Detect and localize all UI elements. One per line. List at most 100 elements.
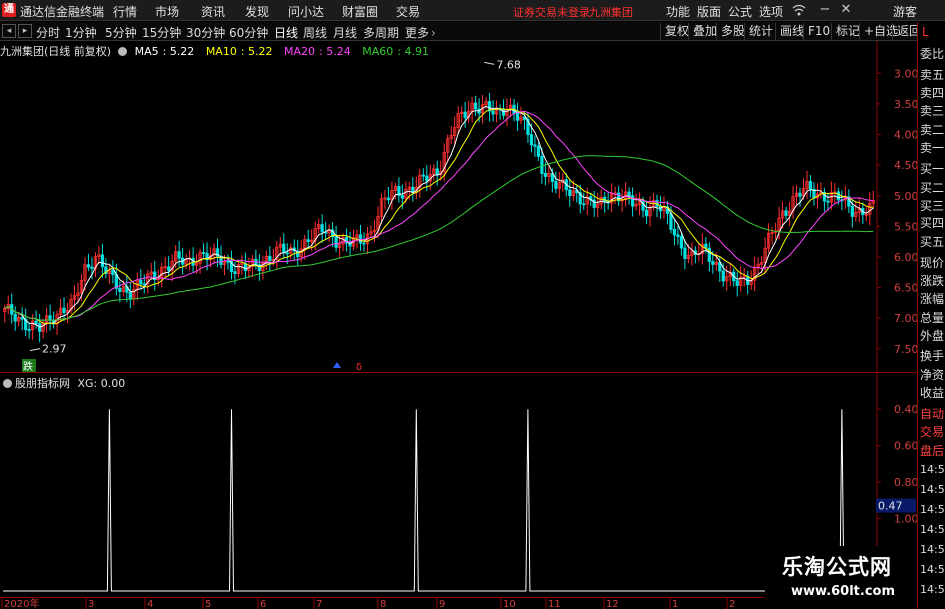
menu-market[interactable]: 市场 (155, 3, 179, 20)
app-title: 通达信金融终端 (20, 5, 105, 19)
candle-body (90, 266, 94, 270)
candle-body (850, 205, 854, 217)
tab-more[interactable]: 更多 › (405, 24, 436, 41)
watermark: 乐淘公式网 www.60lt.com (765, 546, 917, 609)
panel-label-13: 涨幅 (920, 292, 945, 306)
f10-button[interactable]: F10 (803, 23, 834, 40)
time-tick-label: 1 (672, 599, 678, 609)
panel-time-2: 14:56 (920, 503, 945, 516)
panel-label-0: 委比 (920, 47, 945, 61)
tab-30min[interactable]: 30分钟 (186, 24, 225, 41)
price-tick-label: 5.50 (894, 220, 917, 233)
statistics-button[interactable]: 统计 (744, 23, 777, 40)
tab-weekly[interactable]: 周线 (303, 24, 327, 41)
panel-label-7: 买二 (920, 181, 945, 195)
panel-label-1: 卖五 (920, 68, 945, 82)
time-tick-label: 2020年 (4, 597, 39, 609)
tab-intraday[interactable]: 分时 (36, 24, 60, 41)
trade-login-status[interactable]: 证券交易未登录 (513, 4, 590, 20)
ma20-line (4, 110, 874, 321)
indicator-value: XG: 0.00 (77, 377, 126, 390)
candle-body (658, 205, 663, 212)
ma20-value: 5.24 (326, 45, 351, 58)
tab-multi-period[interactable]: 多周期 (363, 24, 399, 41)
tab-60min[interactable]: 60分钟 (229, 24, 268, 41)
price-tick-label: 6.00 (894, 251, 917, 264)
watermark-url: www.60lt.com (791, 584, 896, 599)
low-pointer (29, 348, 41, 352)
candle-body (142, 283, 146, 286)
period-toolbar: ◂ ▸ 分时 1分钟 5分钟 15分钟 30分钟 60分钟 日线 周线 月线 多… (0, 22, 945, 41)
kline-chart[interactable]: 7.50 7.00 6.50 6.00 5.50 5.00 4.50 4.00 3.50 3.00… (0, 41, 917, 373)
ma10-name: MA10 (205, 45, 237, 58)
candle-body (282, 243, 286, 254)
menu-news[interactable]: 资讯 (201, 3, 225, 20)
menu-discover[interactable]: 发现 (245, 3, 269, 20)
minimize-icon[interactable]: − (817, 2, 833, 18)
tab-1min[interactable]: 1分钟 (65, 24, 97, 41)
menu-formula[interactable]: 公式 (728, 3, 752, 20)
candle-body (118, 287, 122, 292)
panel-letter: L (922, 25, 929, 39)
high-pointer (484, 61, 495, 65)
tab-5min[interactable]: 5分钟 (105, 24, 137, 41)
candle-body (128, 291, 132, 300)
candle-body (139, 279, 143, 285)
ma20-label: MA20: 5.24 (284, 45, 351, 58)
menu-quotes[interactable]: 行情 (113, 3, 137, 20)
ma10-value: 5.22 (248, 45, 273, 58)
candle-body (676, 234, 680, 237)
candle-body (672, 229, 677, 236)
close-icon[interactable]: ✕ (838, 2, 854, 18)
tab-monthly[interactable]: 月线 (333, 24, 357, 41)
candle-body (540, 156, 544, 174)
event-marker-icon[interactable] (333, 362, 341, 368)
candle-body (334, 236, 338, 248)
candle-body (463, 111, 467, 119)
time-tick-label: 8 (380, 599, 386, 609)
candle-body (735, 280, 739, 286)
panel-label-9: 买四 (920, 216, 945, 230)
price-tick-label: 7.50 (894, 343, 917, 356)
candle-body (669, 213, 673, 230)
candle-body (86, 264, 91, 268)
price-tick-label: 7.00 (894, 312, 917, 325)
panel-label-12: 涨跌 (920, 274, 945, 288)
candle-body (167, 266, 171, 271)
menu-functions[interactable]: 功能 (666, 3, 690, 20)
prev-icon[interactable]: ◂ (2, 24, 16, 38)
candle-body (400, 195, 404, 199)
high-price-label: 7.68 (496, 58, 521, 71)
candle-body (13, 313, 17, 322)
candle-body (644, 209, 649, 217)
menu-trade[interactable]: 交易 (396, 3, 420, 20)
candle-body (721, 270, 725, 282)
tab-daily[interactable]: 日线 (274, 24, 298, 41)
menu-wealth[interactable]: 财富圈 (342, 3, 378, 20)
guest-account-button[interactable]: 游客 (893, 3, 917, 20)
time-tick-label: 7 (316, 599, 322, 609)
candle-body (568, 189, 572, 197)
price-tick-label: 3.00 (894, 67, 917, 80)
indicator-tick-label: 1.00 (894, 512, 917, 525)
menu-layout[interactable]: 版面 (697, 3, 721, 20)
tab-15min[interactable]: 15分钟 (142, 24, 181, 41)
settings-dot-icon[interactable] (118, 47, 128, 56)
stock-period-label: 九洲集团(日线 前复权) (0, 45, 112, 58)
panel-label-17: 净资 (920, 368, 945, 382)
candle-body (285, 252, 289, 255)
menu-options[interactable]: 选项 (759, 3, 783, 20)
connection-icon[interactable] (792, 3, 806, 17)
low-price-label: 2.97 (42, 343, 67, 356)
ma60-value: 4.91 (404, 45, 429, 58)
time-tick-label: 11 (548, 599, 561, 609)
time-tick-label: 2 (729, 599, 735, 609)
next-icon[interactable]: ▸ (18, 24, 32, 38)
event-marker-icon[interactable]: δ (356, 362, 362, 373)
candle-body (491, 110, 495, 115)
settings-dot-icon[interactable] (3, 379, 12, 388)
panel-label-5: 卖一 (920, 141, 945, 155)
time-tick-label: 9 (439, 599, 445, 609)
tab-more-label: 更多 (405, 26, 430, 40)
menu-assistant[interactable]: 问小达 (288, 3, 324, 20)
